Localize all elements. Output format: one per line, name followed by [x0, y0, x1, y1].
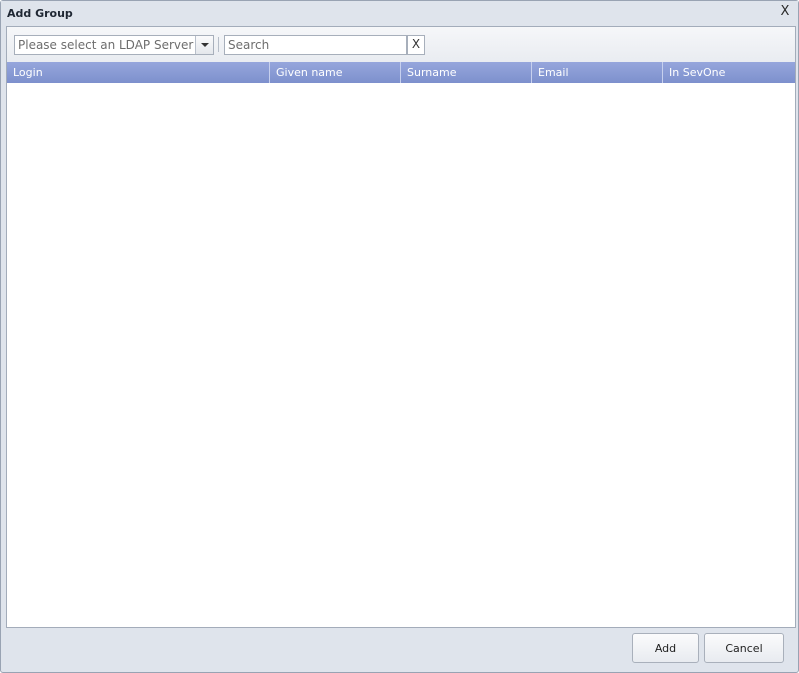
search-input[interactable] — [225, 36, 401, 54]
search-field[interactable] — [224, 35, 407, 55]
column-header-login[interactable]: Login — [7, 62, 270, 83]
toolbar-separator — [218, 37, 219, 52]
dialog-titlebar: Add Group X — [1, 1, 798, 26]
dialog-title: Add Group — [7, 7, 73, 20]
column-header-given-name[interactable]: Given name — [270, 62, 401, 83]
add-button[interactable]: Add — [632, 633, 699, 663]
ldap-server-select-placeholder: Please select an LDAP Server — [18, 38, 194, 52]
users-panel: Please select an LDAP Server X Login Giv… — [6, 26, 796, 628]
close-button[interactable]: X — [778, 5, 792, 19]
cancel-button[interactable]: Cancel — [704, 633, 784, 663]
add-group-dialog: Add Group X Please select an LDAP Server… — [0, 0, 799, 673]
chevron-down-icon[interactable] — [195, 36, 213, 54]
ldap-server-select[interactable]: Please select an LDAP Server — [14, 35, 214, 55]
grid-header: Login Given name Surname Email In SevOne — [7, 62, 795, 83]
toolbar: Please select an LDAP Server X — [7, 27, 795, 63]
column-header-in-sevone[interactable]: In SevOne — [663, 62, 795, 83]
grid-body — [7, 83, 795, 627]
clear-search-button[interactable]: X — [407, 35, 425, 55]
column-header-email[interactable]: Email — [532, 62, 663, 83]
column-header-surname[interactable]: Surname — [401, 62, 532, 83]
